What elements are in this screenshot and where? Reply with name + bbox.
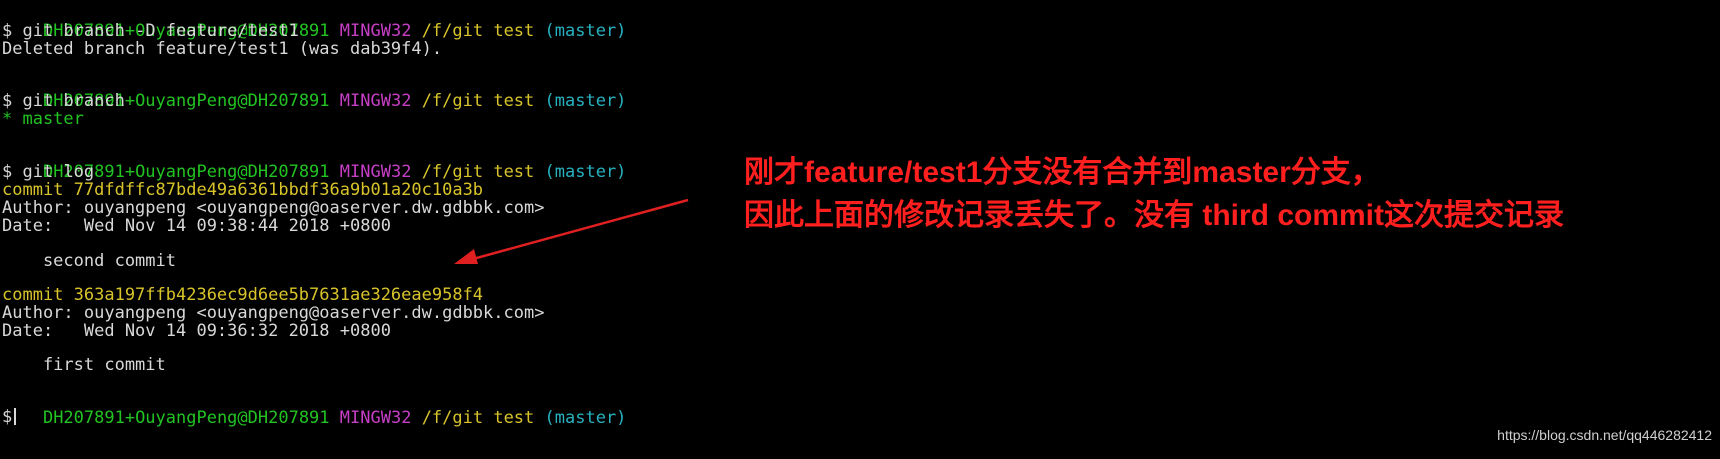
- prompt-symbol: $: [2, 162, 13, 182]
- prompt-line: DH207891+OuyangPeng@DH207891 MINGW32 /f/…: [2, 390, 626, 428]
- prompt-symbol: $: [2, 91, 13, 111]
- prompt-system: MINGW32: [339, 91, 412, 112]
- command-text: git branch: [22, 91, 125, 111]
- watermark-url: https://blog.csdn.net/qq446282412: [1497, 427, 1712, 443]
- prompt-path: /f/git test: [421, 408, 535, 429]
- terminal-window[interactable]: DH207891+OuyangPeng@DH207891 MINGW32 /f/…: [0, 0, 1720, 459]
- prompt-path: /f/git test: [421, 91, 535, 112]
- prompt-user-host: DH207891+OuyangPeng@DH207891: [42, 408, 330, 429]
- prompt-line: DH207891+OuyangPeng@DH207891 MINGW32 /f/…: [2, 73, 626, 111]
- commit-date-line: Date: Wed Nov 14 09:36:32 2018 +0800: [2, 321, 391, 341]
- prompt-symbol: $: [2, 21, 13, 41]
- commit-message-line: first commit: [2, 355, 166, 375]
- commit-message-line: second commit: [2, 251, 176, 271]
- text-cursor: [14, 408, 17, 425]
- command-text: git log: [22, 162, 95, 182]
- command-text: git branch -D feature/test1: [22, 21, 299, 41]
- output-line: Deleted branch feature/test1 (was dab39f…: [2, 39, 443, 59]
- commit-date-line: Date: Wed Nov 14 09:38:44 2018 +0800: [2, 216, 391, 236]
- prompt-branch: (master): [544, 162, 627, 183]
- annotation-text-line2: 因此上面的修改记录丢失了。没有 third commit这次提交记录: [744, 199, 1565, 232]
- command-input-line[interactable]: $: [2, 407, 17, 427]
- prompt-line: DH207891+OuyangPeng@DH207891 MINGW32 /f/…: [2, 3, 626, 41]
- annotation-text-line1: 刚才feature/test1分支没有合并到master分支，: [744, 156, 1381, 189]
- current-branch-line: * master: [2, 109, 84, 129]
- prompt-branch: (master): [544, 91, 627, 112]
- prompt-branch: (master): [544, 21, 627, 42]
- prompt-branch: (master): [544, 408, 627, 429]
- prompt-symbol: $: [2, 407, 13, 427]
- prompt-system: MINGW32: [339, 408, 412, 429]
- prompt-line: DH207891+OuyangPeng@DH207891 MINGW32 /f/…: [2, 144, 626, 182]
- arrow-head: [454, 249, 478, 264]
